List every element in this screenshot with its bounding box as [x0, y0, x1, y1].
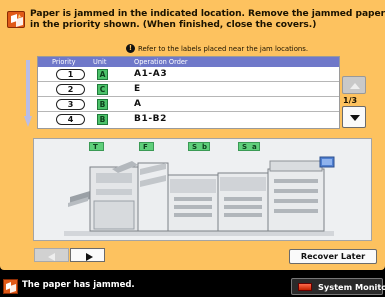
page-indicator: 1/3 [343, 96, 358, 105]
header-operation: Operation Order [134, 58, 188, 66]
info-icon: ! [126, 44, 135, 53]
jam-screen: Paper is jammed in the indicated locatio… [0, 0, 385, 297]
system-monitor-label: System Monitor [318, 282, 385, 292]
recover-later-button[interactable]: Recover Later [289, 249, 377, 264]
unit-badge: B [97, 114, 108, 125]
paper-jam-icon [7, 11, 25, 28]
status-bar: The paper has jammed. System Monitor [0, 276, 385, 297]
page-up-button[interactable] [342, 76, 366, 94]
machine-diagram: T F S b S a [33, 138, 372, 241]
copier-illustration [64, 156, 335, 236]
arrow-up-icon [350, 83, 360, 89]
unit-badge: A [97, 69, 108, 80]
table-row[interactable]: 4 B B1-B2 [38, 112, 339, 127]
jam-panel: Paper is jammed in the indicated locatio… [0, 0, 385, 270]
operation-text: A [134, 99, 142, 109]
priority-badge: 2 [56, 84, 85, 95]
system-monitor-button[interactable]: System Monitor [291, 278, 385, 295]
arrow-down-icon [350, 115, 360, 121]
operation-text: E [134, 84, 141, 94]
table-header: Priority Unit Operation Order [38, 57, 339, 67]
table-row[interactable]: 3 B A [38, 97, 339, 112]
priority-badge: 3 [56, 99, 85, 110]
priority-arrow-icon [24, 60, 32, 127]
operation-text: B1-B2 [134, 114, 167, 124]
status-message: The paper has jammed. [22, 280, 135, 290]
header-unit: Unit [93, 58, 107, 66]
error-lamp-icon [298, 283, 312, 291]
refer-note-text: Refer to the labels placed near the jam … [138, 44, 309, 53]
diagram-next-button[interactable] [70, 248, 105, 262]
header-priority: Priority [52, 58, 76, 66]
paper-jam-icon [3, 279, 18, 294]
table-row[interactable]: 1 A A1-A3 [38, 67, 339, 82]
priority-badge: 4 [56, 114, 85, 125]
arrow-left-icon [48, 253, 55, 261]
unit-badge: B [97, 99, 108, 110]
jam-order-table: Priority Unit Operation Order 1 A A1-A3 … [37, 56, 340, 129]
jam-message: Paper is jammed in the indicated locatio… [30, 9, 385, 31]
message-line-1: Paper is jammed in the indicated locatio… [30, 9, 385, 19]
table-row[interactable]: 2 C E [38, 82, 339, 97]
page-down-button[interactable] [342, 106, 366, 128]
refer-note: ! Refer to the labels placed near the ja… [126, 44, 308, 53]
unit-badge: C [97, 84, 108, 95]
operation-text: A1-A3 [134, 69, 168, 79]
priority-badge: 1 [56, 69, 85, 80]
message-line-2: in the priority shown. (When finished, c… [30, 20, 317, 30]
arrow-right-icon [86, 253, 93, 261]
diagram-prev-button[interactable] [34, 248, 69, 262]
